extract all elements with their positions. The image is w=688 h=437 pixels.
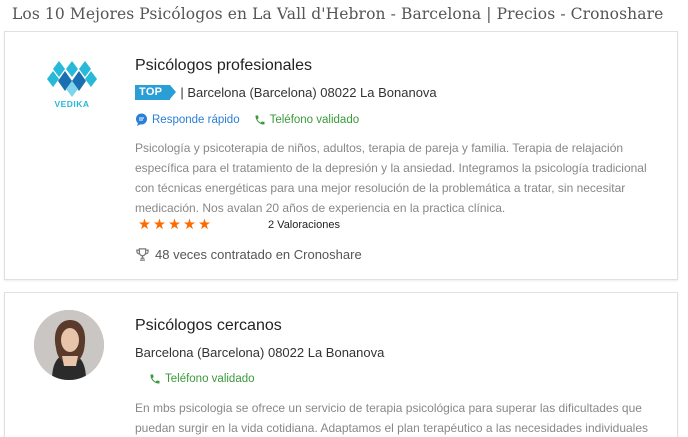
page-title: Los 10 Mejores Psicólogos en La Vall d'H… xyxy=(12,5,664,23)
person-photo-icon xyxy=(34,310,104,380)
top-badge: TOP xyxy=(135,85,177,100)
hired-count: 48 veces contratado en Cronoshare xyxy=(135,247,362,262)
trophy-icon xyxy=(136,248,149,261)
tags: Responde rápido Teléfono validado xyxy=(135,113,373,126)
provider-logo: VEDIKA xyxy=(45,59,99,111)
provider-name[interactable]: Psicólogos cercanos xyxy=(135,317,282,335)
result-card[interactable]: Psicólogos cercanos Barcelona (Barcelona… xyxy=(4,292,678,437)
address-line: TOP | Barcelona (Barcelona) 08022 La Bon… xyxy=(135,85,437,100)
tags: Teléfono validado xyxy=(149,373,269,385)
vedika-logo-icon xyxy=(47,61,97,97)
hired-count-label: 48 veces contratado en Cronoshare xyxy=(155,247,362,262)
address: | Barcelona (Barcelona) 08022 La Bonanov… xyxy=(180,85,437,100)
phone-validated-label: Teléfono validado xyxy=(269,113,360,126)
star-rating: ★★★★★ xyxy=(138,217,213,233)
phone-icon xyxy=(150,374,160,384)
provider-description: Psicología y psicoterapia de niños, adul… xyxy=(135,141,647,215)
fast-response-label: Responde rápido xyxy=(152,113,240,126)
provider-name[interactable]: Psicólogos profesionales xyxy=(135,57,312,75)
reviews-link[interactable]: 2 Valoraciones xyxy=(268,219,340,231)
avatar xyxy=(34,310,104,380)
phone-icon xyxy=(255,115,265,124)
provider-description: En mbs psicologia se ofrece un servicio … xyxy=(135,401,649,435)
chat-bubble-icon xyxy=(136,113,147,126)
address: Barcelona (Barcelona) 08022 La Bonanova xyxy=(135,345,385,360)
result-card[interactable]: VEDIKA Psicólogos profesionales TOP | Ba… xyxy=(4,31,678,280)
phone-validated-label: Teléfono validado xyxy=(165,373,255,385)
phone-validated-tag: Teléfono validado xyxy=(149,373,255,385)
rating: ★★★★★ 2 Valoraciones xyxy=(138,217,340,233)
logo-text: VEDIKA xyxy=(54,99,90,109)
phone-validated-tag: Teléfono validado xyxy=(254,113,360,126)
fast-response-tag: Responde rápido xyxy=(135,113,240,126)
